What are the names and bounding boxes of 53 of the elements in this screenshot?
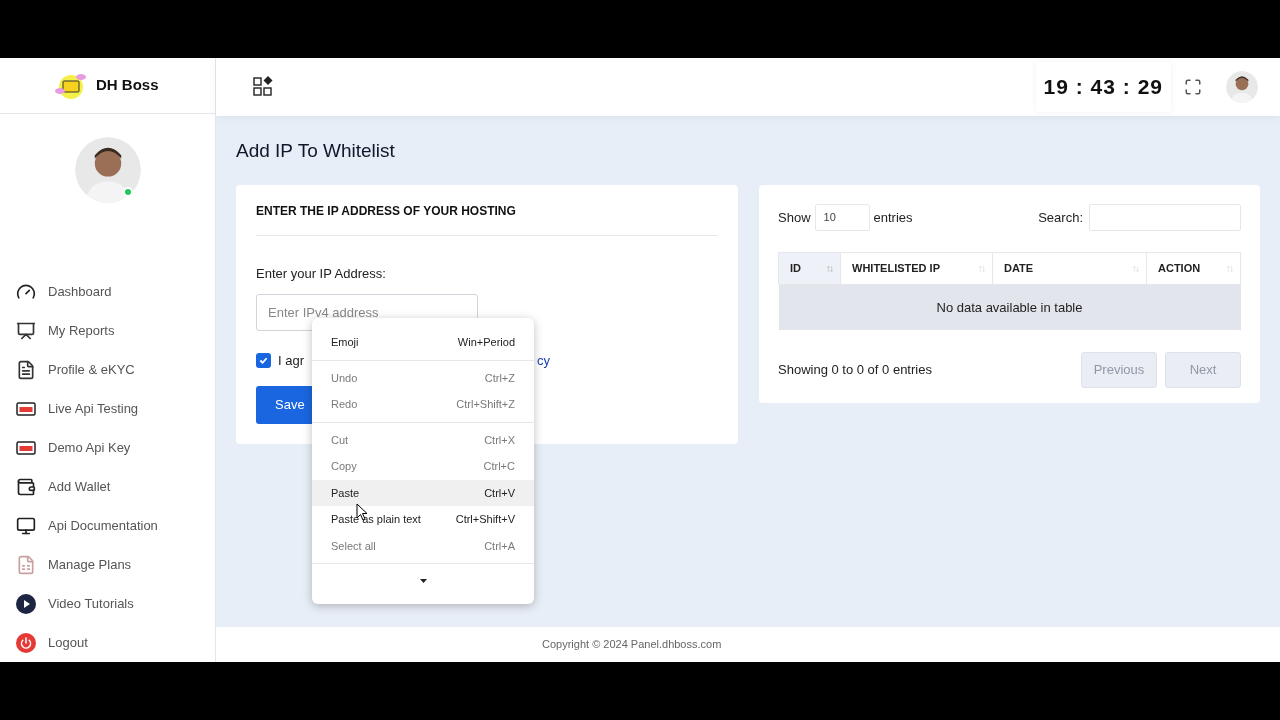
agree-text: I agr bbox=[278, 351, 304, 370]
sidebar-item[interactable]: Demo Api Key bbox=[0, 428, 215, 467]
sort-icon bbox=[826, 264, 834, 273]
sidebar-item[interactable]: Video Tutorials bbox=[0, 584, 215, 623]
page-length-select[interactable]: 10 bbox=[814, 204, 870, 231]
copyright-text: Copyright © 2024 Panel.dhboss.com bbox=[542, 637, 722, 653]
sidebar-item[interactable]: Manage Plans bbox=[0, 545, 215, 584]
menu-item[interactable]: Emoji Win+Period bbox=[312, 329, 534, 356]
length-label: Show bbox=[778, 208, 811, 227]
length-label: entries bbox=[873, 208, 913, 227]
clock: 19 : 43 : 29 bbox=[1035, 62, 1171, 112]
sidebar-item[interactable]: Api Documentation bbox=[0, 506, 215, 545]
sidebar-item[interactable]: My Reports bbox=[0, 311, 215, 350]
sidebar-item[interactable]: Live Api Testing bbox=[0, 389, 215, 428]
report-icon bbox=[16, 320, 36, 341]
fullscreen-icon[interactable] bbox=[1184, 78, 1202, 96]
power-icon bbox=[16, 632, 36, 653]
document-icon bbox=[16, 554, 36, 575]
field-label: Enter your IP Address: bbox=[256, 265, 387, 283]
apps-icon[interactable] bbox=[253, 76, 275, 98]
api-icon bbox=[16, 401, 36, 416]
menu-item[interactable]: Paste as plain text Ctrl+Shift+V bbox=[312, 506, 534, 533]
play-icon bbox=[16, 593, 36, 614]
user-avatar bbox=[1226, 71, 1258, 103]
check-icon bbox=[259, 356, 268, 365]
search-label: Search: bbox=[1038, 208, 1083, 227]
brand-name: DH Boss bbox=[96, 75, 159, 96]
sort-icon bbox=[1132, 264, 1140, 273]
card-heading: ENTER THE IP ADDRESS OF YOUR HOSTING bbox=[256, 204, 517, 218]
policy-link[interactable]: cy bbox=[537, 350, 550, 371]
table-info: Showing 0 to 0 of 0 entries bbox=[778, 360, 932, 379]
ip-input-field[interactable]: Enter IPv4 address bbox=[256, 293, 478, 331]
empty-table-message: No data available in table bbox=[778, 284, 1241, 330]
column-header[interactable]: ID bbox=[778, 252, 841, 285]
sidebar-item[interactable]: Dashboard bbox=[0, 272, 215, 311]
logo-icon bbox=[54, 71, 88, 100]
wallet-icon bbox=[16, 476, 36, 497]
column-header[interactable]: ACTION bbox=[1146, 252, 1241, 285]
sort-icon bbox=[1226, 264, 1234, 273]
agree-checkbox[interactable] bbox=[256, 353, 271, 368]
sidebar-item[interactable]: Logout bbox=[0, 623, 215, 662]
sort-icon bbox=[978, 264, 986, 273]
sidebar-item[interactable]: Profile & eKYC bbox=[0, 350, 215, 389]
column-header[interactable]: WHITELISTED IP bbox=[840, 252, 993, 285]
document-icon bbox=[16, 359, 36, 380]
expand-menu-icon[interactable] bbox=[419, 578, 427, 583]
sidebar-item[interactable]: Add Wallet bbox=[0, 467, 215, 506]
page-title: Add IP To Whitelist bbox=[236, 140, 396, 162]
api-icon bbox=[16, 440, 36, 455]
monitor-icon bbox=[16, 515, 36, 536]
column-header[interactable]: DATE bbox=[992, 252, 1147, 285]
profile-avatar bbox=[74, 137, 141, 203]
menu-item[interactable]: Paste Ctrl+V bbox=[312, 479, 534, 506]
